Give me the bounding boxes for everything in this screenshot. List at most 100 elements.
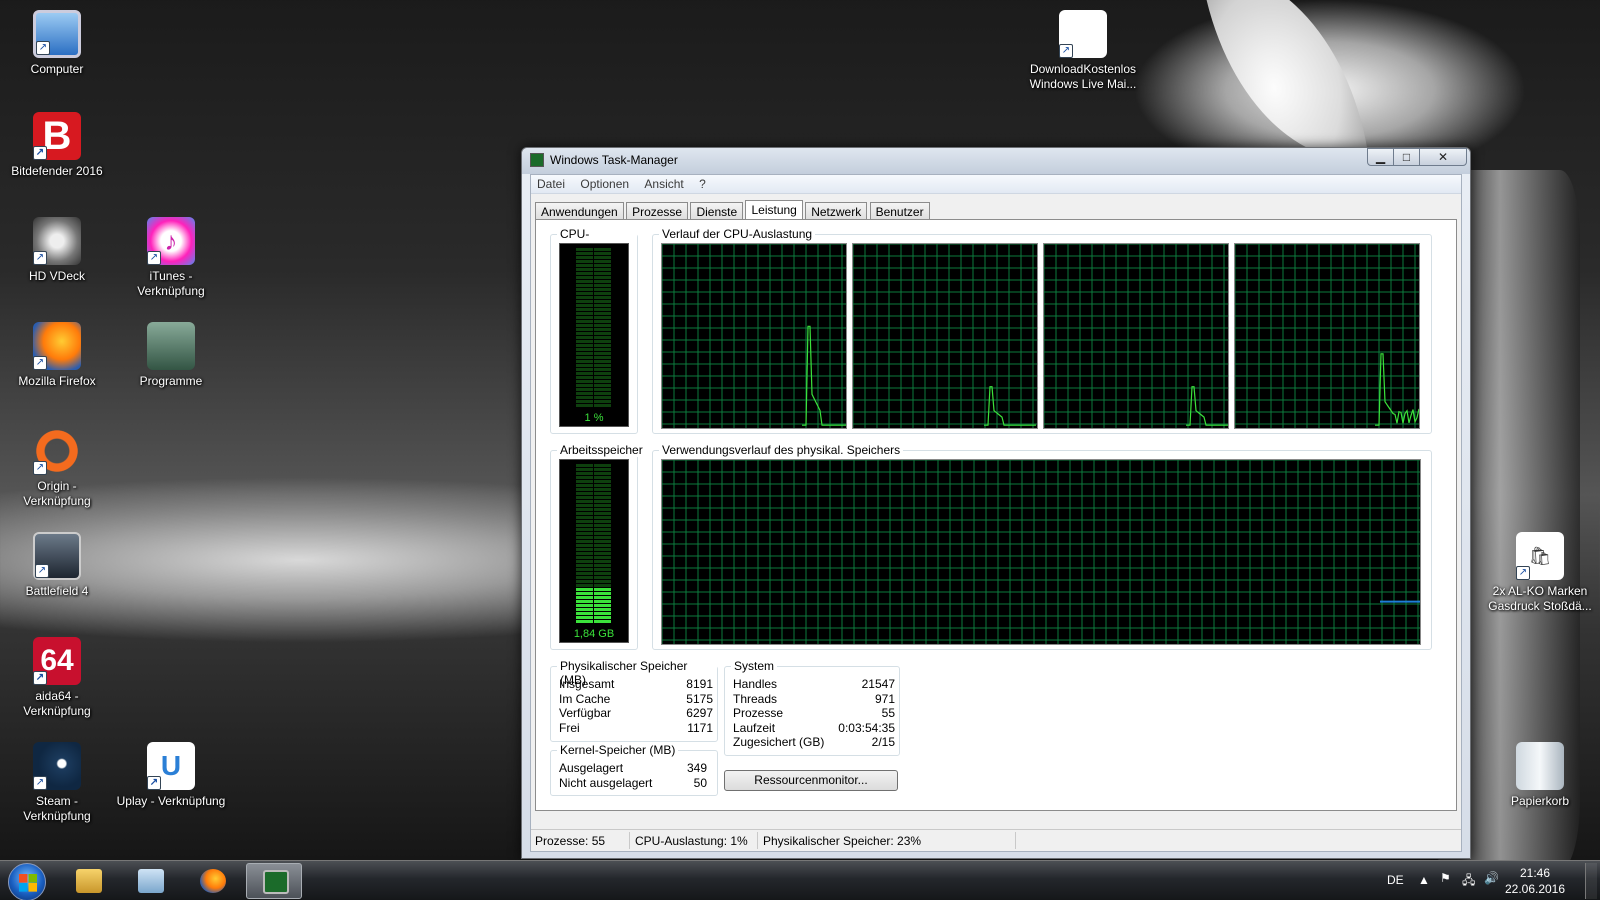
meter-cell (576, 392, 593, 395)
meter-cell (594, 292, 611, 295)
stat-row: Nicht ausgelagert 50 (559, 775, 707, 790)
steam-icon: ↗ (33, 742, 81, 790)
meter-cell (594, 528, 611, 531)
meter-cell (576, 296, 593, 299)
meter-cell (594, 492, 611, 495)
meter-cell (594, 384, 611, 387)
desktop-icon-download-doc[interactable]: ↗ DownloadKostenlos Windows Live Mai... (1028, 10, 1138, 92)
shortcut-arrow-icon: ↗ (33, 671, 47, 685)
stat-row: Frei 1171 (559, 720, 713, 735)
clock[interactable]: 21:46 22.06.2016 (1502, 865, 1568, 897)
desktop-icon-uplay[interactable]: U ↗ Uplay - Verknüpfung (116, 742, 226, 809)
meter-cell (576, 332, 593, 335)
desktop-icon-label: 2x AL-KO Marken Gasdruck Stoßdä... (1488, 584, 1592, 613)
desktop-icon-origin[interactable]: ↗ Origin - Verknüpfung (2, 427, 112, 509)
show-hidden-icons-icon[interactable]: ▲ (1418, 873, 1430, 887)
shortcut-arrow-icon: ↗ (33, 146, 47, 160)
meter-cell (594, 620, 611, 623)
desktop-icon-programme[interactable]: Programme (116, 322, 226, 389)
memory-meter: 1,84 GB (559, 459, 629, 643)
taskbar: DE ▲ ⚑ 🖧 🔊 21:46 22.06.2016 (0, 860, 1600, 900)
meter-cell (576, 520, 593, 523)
meter-cell (594, 468, 611, 471)
meter-cell (594, 324, 611, 327)
meter-cell (594, 524, 611, 527)
meter-cell (594, 352, 611, 355)
meter-cell (594, 572, 611, 575)
taskbar-firefox[interactable] (184, 863, 240, 899)
status-memory: Physikalischer Speicher: 23% (763, 834, 922, 848)
desktop-icon-firefox[interactable]: ↗ Mozilla Firefox (2, 322, 112, 389)
close-button[interactable]: ✕ (1419, 148, 1467, 166)
meter-cell (594, 368, 611, 371)
meter-cell (576, 560, 593, 563)
meter-cell (576, 404, 593, 407)
meter-cell (576, 516, 593, 519)
taskbar-task-manager[interactable] (246, 863, 302, 899)
meter-cell (576, 396, 593, 399)
maximize-button[interactable]: □ (1393, 148, 1420, 166)
meter-cell (576, 472, 593, 475)
stat-row: Handles 21547 (733, 677, 895, 691)
start-button[interactable] (8, 863, 46, 900)
meter-cell (576, 248, 593, 251)
taskbar-explorer[interactable] (60, 863, 116, 899)
menu-ansicht[interactable]: Ansicht (638, 175, 689, 193)
memory-value: 1,84 GB (573, 628, 615, 640)
taskbar-library[interactable] (122, 863, 178, 899)
task-manager-window[interactable]: Windows Task-Manager ▁ □ ✕ Datei Optione… (521, 147, 1471, 859)
minimize-button[interactable]: ▁ (1367, 148, 1394, 166)
meter-cell (576, 260, 593, 263)
menu-help[interactable]: ? (693, 175, 712, 193)
meter-cell (576, 568, 593, 571)
language-indicator[interactable]: DE (1387, 873, 1404, 887)
meter-cell (594, 552, 611, 555)
physical-memory-group: Physikalischer Speicher (MB) Insgesamt 81… (550, 659, 718, 742)
physical-memory-table: Insgesamt 8191 Im Cache 5175 Verfügbar 6297… (559, 677, 713, 735)
meter-cell (576, 264, 593, 267)
desktop-icon-recycle-bin[interactable]: Papierkorb (1485, 742, 1595, 809)
memory-history-title: Verwendungsverlauf des physikal. Speiche… (659, 443, 904, 457)
cpu-trace-line (1186, 386, 1228, 426)
meter-cell (594, 516, 611, 519)
network-icon[interactable]: 🖧 (1462, 871, 1475, 892)
stat-row: Zugesichert (GB) 2/15 (733, 735, 895, 749)
shortcut-arrow-icon: ↗ (33, 461, 47, 475)
meter-cell (594, 592, 611, 595)
desktop-icon-aida64[interactable]: 64 ↗ aida64 - Verknüpfung (2, 637, 112, 719)
menu-datei[interactable]: Datei (531, 175, 571, 193)
meter-cell (576, 268, 593, 271)
meter-cell (576, 284, 593, 287)
desktop-icon-bitdefender[interactable]: B ↗ Bitdefender 2016 (2, 112, 112, 179)
action-center-flag-icon[interactable]: ⚑ (1440, 871, 1451, 885)
menu-optionen[interactable]: Optionen (574, 175, 635, 193)
meter-cell (576, 604, 593, 607)
hd-vdeck-icon: ↗ (33, 217, 81, 265)
desktop-icon-battlefield[interactable]: ↗ Battlefield 4 (2, 532, 112, 599)
volume-icon[interactable]: 🔊 (1484, 871, 1499, 885)
desktop-icon-itunes[interactable]: ♪ ↗ iTunes - Verknüpfung (116, 217, 226, 299)
resource-monitor-button[interactable]: Ressourcenmonitor... (724, 770, 898, 791)
desktop-icon-hd-vdeck[interactable]: ↗ HD VDeck (2, 217, 112, 284)
desktop-icon-label: Steam - Verknüpfung (23, 794, 91, 823)
show-desktop-button[interactable] (1585, 863, 1597, 899)
desktop-icon-steam[interactable]: ↗ Steam - Verknüpfung (2, 742, 112, 824)
tab-strip: Anwendungen Prozesse Dienste Leistung Ne… (535, 199, 930, 222)
meter-cell (576, 324, 593, 327)
meter-cell (594, 328, 611, 331)
cpu-history-group: Verlauf der CPU-Auslastung (652, 227, 1432, 434)
cpu-core-graph-2 (852, 243, 1038, 429)
meter-cell (576, 528, 593, 531)
meter-cell (576, 580, 593, 583)
memory-history-graph (661, 459, 1421, 645)
title-bar[interactable]: Windows Task-Manager ▁ □ ✕ (522, 148, 1470, 174)
desktop-icon-alko[interactable]: 🛍 ↗ 2x AL-KO Marken Gasdruck Stoßdä... (1485, 532, 1595, 614)
task-manager-app-icon (530, 153, 544, 167)
desktop-icon-label: Battlefield 4 (25, 584, 89, 598)
meter-cell (576, 612, 593, 615)
meter-cell (594, 288, 611, 291)
meter-cell (576, 576, 593, 579)
desktop-icon-computer[interactable]: ↗ Computer (2, 10, 112, 77)
desktop-icon-label: iTunes - Verknüpfung (137, 269, 205, 298)
meter-cell (576, 504, 593, 507)
